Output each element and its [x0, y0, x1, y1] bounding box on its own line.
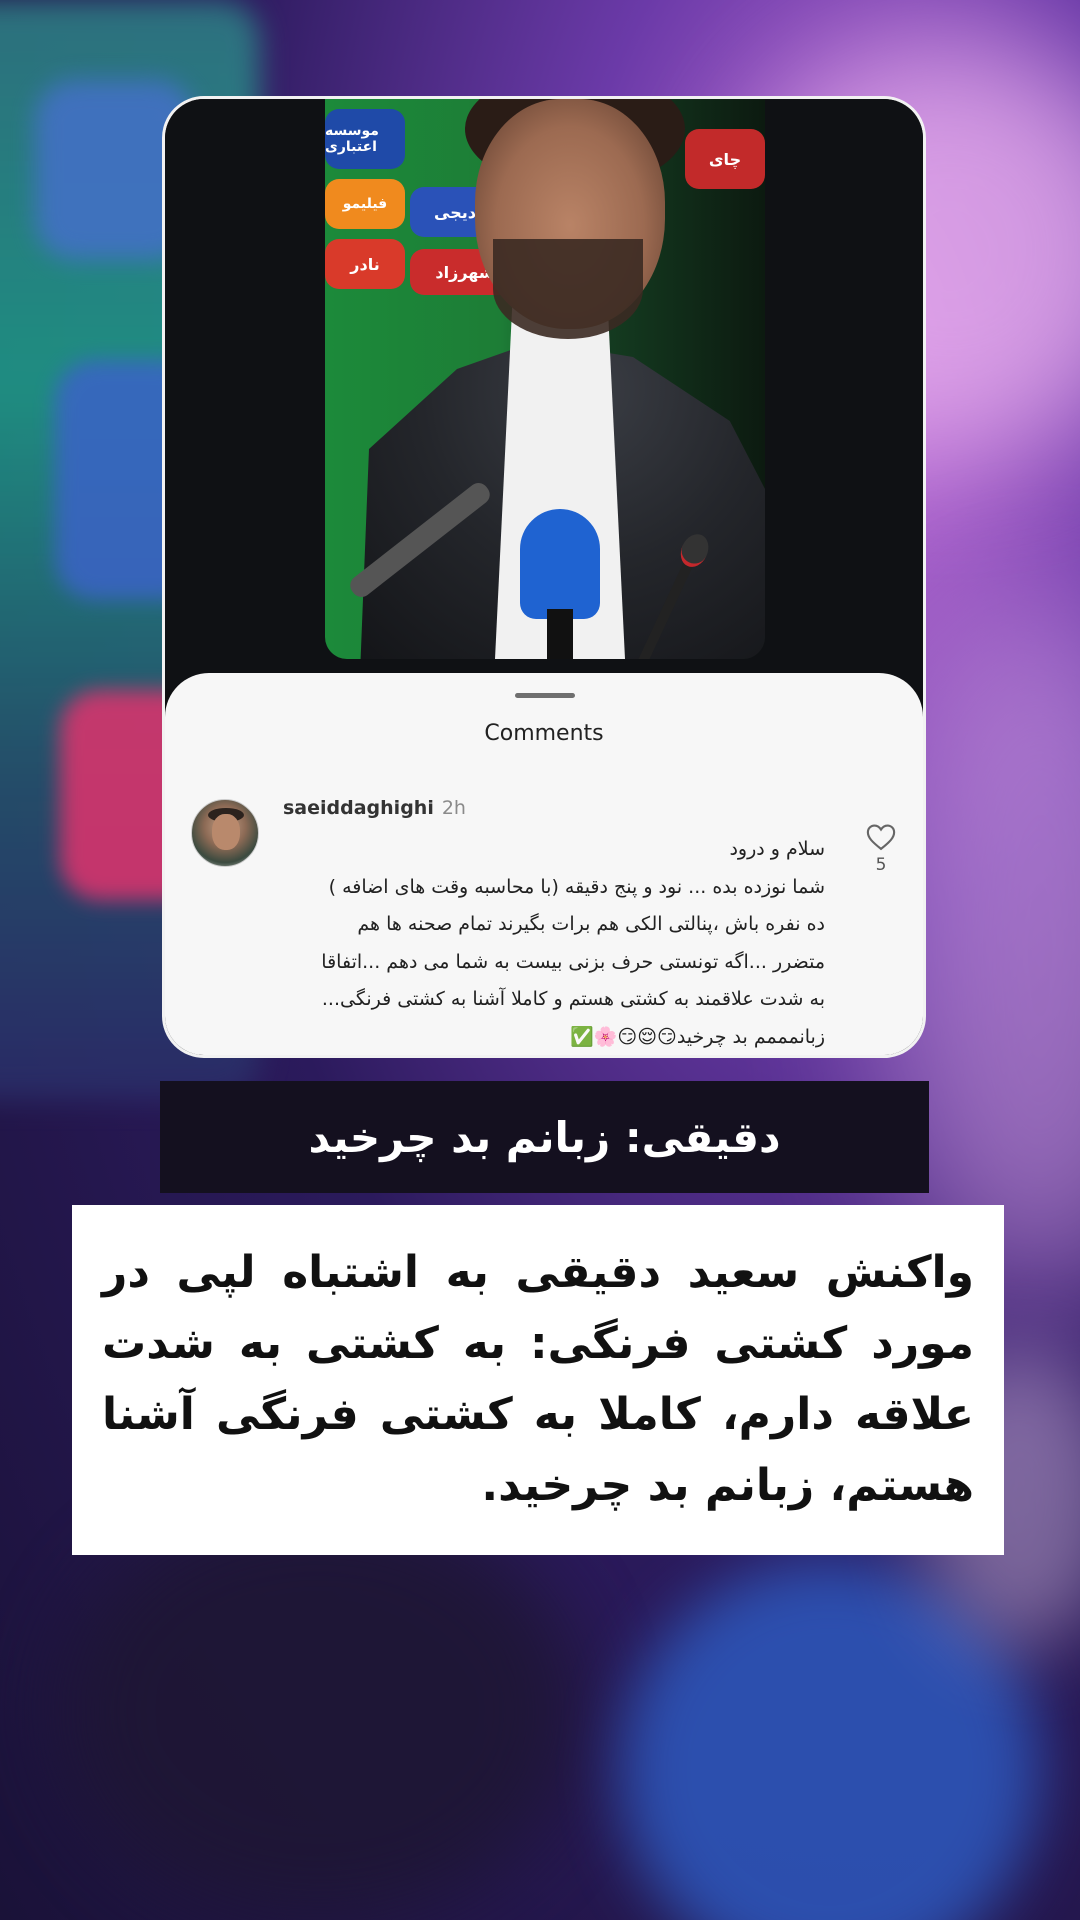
caption-text: واکنش سعید دقیقی به اشتباه لپی در مورد ک… — [102, 1247, 974, 1511]
comment-line: به شدت علاقمند به کشتی هستم و کاملا آشنا… — [321, 988, 825, 1010]
headline-band: دقیقی: زبانم بد چرخید — [160, 1081, 929, 1193]
comment-username[interactable]: saeiddaghighi 2h — [283, 797, 466, 819]
sponsor-sign: چای — [685, 129, 765, 189]
microphone-stand — [547, 609, 573, 659]
comment-body: سلام و درود شما نوزده بده ... نود و پنج … — [275, 831, 825, 1055]
like-button[interactable]: 5 — [861, 823, 901, 875]
drag-handle[interactable] — [515, 693, 575, 698]
video-player[interactable]: موسسه اعتباری فیلیمو چای نادر شهرزاد دیج… — [165, 99, 923, 689]
comment-line: سلام و درود — [729, 838, 825, 860]
sponsor-sign: موسسه اعتباری — [325, 109, 405, 169]
headline: دقیقی: زبانم بد چرخید — [308, 1112, 781, 1162]
video-frame[interactable]: موسسه اعتباری فیلیمو چای نادر شهرزاد دیج… — [325, 99, 765, 659]
caption-box: واکنش سعید دقیقی به اشتباه لپی در مورد ک… — [72, 1205, 1004, 1555]
microphone — [520, 509, 600, 619]
sponsor-sign: فیلیمو — [325, 179, 405, 229]
heart-icon[interactable] — [861, 823, 901, 851]
avatar[interactable] — [191, 799, 259, 867]
comment-line: متضرر ...اگه تونستی حرف بزنی بیست به شما… — [321, 950, 825, 973]
sponsor-sign: نادر — [325, 239, 405, 289]
comment-line: زبانمممم بد چرخید😏😌😏🌸✅ — [570, 1025, 825, 1048]
like-count: 5 — [875, 855, 887, 875]
comment-line: شما نوزده بده ... نود و پنج دقیقه (با مح… — [328, 875, 825, 898]
speaker-beard — [493, 239, 643, 339]
comments-title: Comments — [484, 721, 604, 746]
comments-sheet: Comments saeiddaghighi 2h سلام و درود شما… — [165, 673, 923, 1055]
comment-time: 2h — [441, 797, 466, 819]
post-card: موسسه اعتباری فیلیمو چای نادر شهرزاد دیج… — [162, 96, 926, 1058]
username-text[interactable]: saeiddaghighi — [283, 797, 434, 819]
comment-line: ده نفره باش ،پنالتی الکی هم برات بگیرند … — [357, 913, 825, 935]
